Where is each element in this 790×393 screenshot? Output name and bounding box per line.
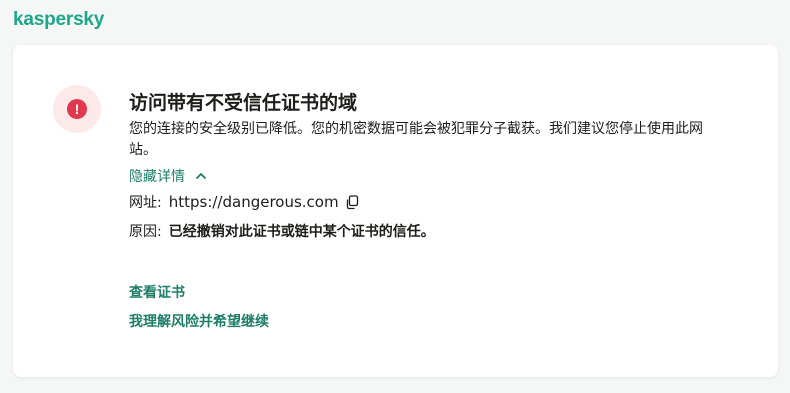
reason-value: 已经撤销对此证书或链中某个证书的信任。: [168, 224, 435, 240]
page-title: 访问带有不受信任证书的域: [129, 92, 358, 114]
reason-label: 原因:: [129, 224, 162, 240]
warning-card: ! 访问带有不受信任证书的域 您的连接的安全级别已降低。您的机密数据可能会被犯罪…: [13, 45, 778, 377]
warning-description: 您的连接的安全级别已降低。您的机密数据可能会被犯罪分子截获。我们建议您停止使用此…: [129, 121, 703, 158]
reason-row: 原因: 已经撤销对此证书或链中某个证书的信任。: [129, 221, 435, 241]
alert-badge: !: [53, 85, 101, 133]
copy-icon[interactable]: [345, 194, 359, 210]
url-value: https://dangerous.com: [168, 193, 339, 211]
kaspersky-logo: kaspersky: [13, 9, 105, 30]
url-label: 网址:: [129, 195, 162, 211]
url-row: 网址: https://dangerous.com: [129, 192, 359, 212]
exclamation-icon: !: [67, 99, 87, 119]
hide-details-toggle[interactable]: 隐藏详情: [129, 166, 209, 186]
chevron-up-icon: [196, 173, 206, 179]
view-certificate-link[interactable]: 查看证书: [129, 282, 185, 302]
hide-details-label: 隐藏详情: [129, 169, 185, 185]
accept-risk-link[interactable]: 我理解风险并希望继续: [129, 311, 269, 331]
